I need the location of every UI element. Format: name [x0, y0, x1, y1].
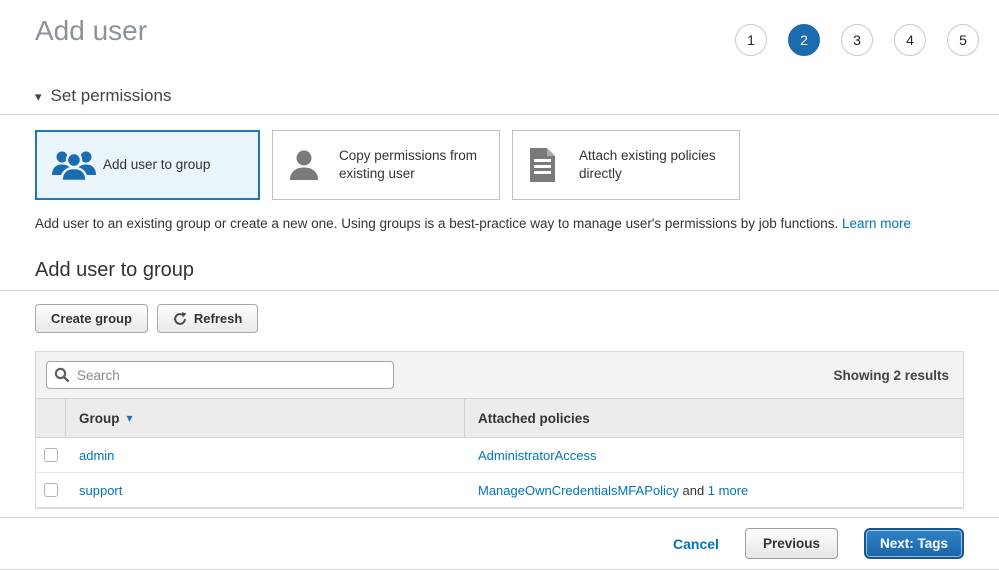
collapse-triangle-icon: ▾: [35, 90, 42, 103]
document-icon: [527, 147, 579, 183]
page-title: Add user: [35, 16, 147, 47]
policy-link[interactable]: ManageOwnCredentialsMFAPolicy: [478, 483, 679, 498]
permissions-description: Add user to an existing group or create …: [35, 216, 964, 231]
user-icon: [287, 148, 339, 182]
wizard-footer: Cancel Previous Next: Tags: [0, 517, 999, 570]
step-1[interactable]: 1: [735, 24, 767, 56]
policy-suffix: and: [679, 483, 708, 498]
policies-column-header: Attached policies: [465, 399, 963, 437]
create-group-button[interactable]: Create group: [35, 304, 148, 333]
user-group-icon: [51, 148, 103, 182]
group-header-label: Group: [79, 411, 120, 426]
group-column-header[interactable]: Group ▾: [66, 399, 465, 437]
group-link[interactable]: support: [79, 483, 122, 498]
divider: [0, 114, 999, 115]
step-5[interactable]: 5: [947, 24, 979, 56]
learn-more-link[interactable]: Learn more: [842, 216, 911, 231]
more-policies-link[interactable]: 1 more: [708, 483, 748, 498]
groups-table: Showing 2 results Group ▾ Attached polic…: [35, 351, 964, 509]
table-row: admin AdministratorAccess: [36, 438, 963, 473]
table-header-row: Group ▾ Attached policies: [36, 398, 963, 438]
page-header: Add user 1 2 3 4 5: [0, 0, 999, 56]
table-row: support ManageOwnCredentialsMFAPolicy an…: [36, 473, 963, 508]
next-tags-button[interactable]: Next: Tags: [864, 528, 964, 559]
results-count: Showing 2 results: [833, 368, 953, 383]
step-3[interactable]: 3: [841, 24, 873, 56]
set-permissions-label: Set permissions: [51, 86, 172, 106]
policies-header-label: Attached policies: [478, 411, 590, 426]
row-checkbox[interactable]: [44, 483, 58, 497]
policy-link[interactable]: AdministratorAccess: [478, 448, 596, 463]
option-add-user-to-group[interactable]: Add user to group: [35, 130, 260, 200]
search-icon: [54, 367, 70, 386]
permission-option-cards: Add user to group Copy permissions from …: [35, 130, 964, 200]
divider: [0, 290, 999, 291]
option-copy-permissions[interactable]: Copy permissions from existing user: [272, 130, 500, 200]
set-permissions-header[interactable]: ▾ Set permissions: [35, 86, 964, 106]
refresh-label: Refresh: [194, 311, 242, 326]
sort-desc-icon[interactable]: ▾: [127, 411, 133, 425]
search-input[interactable]: [46, 361, 394, 389]
cancel-button[interactable]: Cancel: [673, 536, 719, 552]
option-label: Attach existing policies directly: [579, 147, 729, 182]
group-actions: Create group Refresh: [35, 304, 964, 333]
option-label: Copy permissions from existing user: [339, 147, 489, 182]
option-attach-policies[interactable]: Attach existing policies directly: [512, 130, 740, 200]
refresh-button[interactable]: Refresh: [157, 304, 258, 333]
step-2-current[interactable]: 2: [788, 24, 820, 56]
wizard-steps: 1 2 3 4 5: [735, 16, 979, 56]
description-text: Add user to an existing group or create …: [35, 216, 838, 231]
table-toolbar: Showing 2 results: [36, 352, 963, 398]
refresh-icon: [173, 312, 187, 326]
step-4[interactable]: 4: [894, 24, 926, 56]
group-link[interactable]: admin: [79, 448, 114, 463]
row-checkbox[interactable]: [44, 448, 58, 462]
previous-button[interactable]: Previous: [745, 528, 838, 559]
group-section-heading: Add user to group: [35, 259, 964, 282]
option-label: Add user to group: [103, 156, 210, 174]
header-checkbox-cell: [36, 399, 66, 437]
